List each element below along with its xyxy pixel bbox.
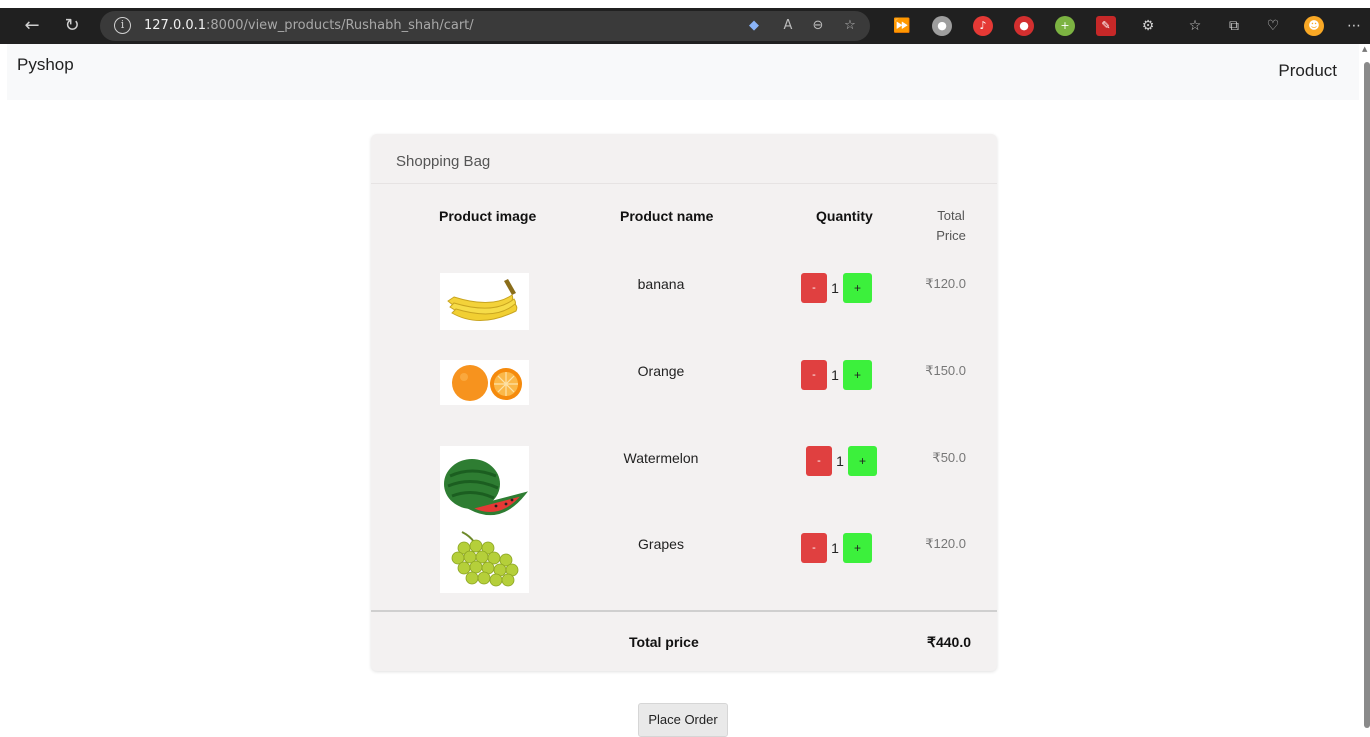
zoom-out-icon[interactable]: ⊖ [808, 16, 828, 36]
quantity-value: 1 [831, 367, 839, 383]
back-arrow-icon[interactable]: ← [20, 14, 44, 38]
item-price: ₹50.0 [932, 450, 966, 465]
header-product-name: Product name [620, 208, 714, 224]
increase-button[interactable]: + [843, 273, 872, 303]
site-navbar: Pyshop Product [7, 44, 1359, 100]
tool-extension-icon[interactable]: ✎ [1096, 16, 1116, 36]
site-info-icon[interactable]: i [114, 17, 131, 34]
item-price: ₹150.0 [925, 363, 966, 378]
address-bar[interactable]: i 127.0.0.1:8000/view_products/Rushabh_s… [100, 11, 870, 41]
quantity-stepper: - 1 + [801, 533, 872, 563]
card-header: Shopping Bag [371, 134, 997, 184]
performance-icon[interactable]: ♡ [1263, 16, 1283, 36]
tag-icon[interactable]: ◆ [744, 16, 764, 36]
shopping-bag-card: Shopping Bag Product image Product name … [371, 134, 997, 671]
place-order-button[interactable]: Place Order [638, 703, 728, 737]
camera-extension-icon[interactable]: ● [932, 16, 952, 36]
scroll-up-icon[interactable]: ▲ [1362, 45, 1367, 53]
url-text[interactable]: 127.0.0.1:8000/view_products/Rushabh_sha… [144, 18, 474, 33]
increase-button[interactable]: + [843, 533, 872, 563]
decrease-button[interactable]: - [801, 273, 827, 303]
favorite-add-icon[interactable]: ☆ [840, 16, 860, 36]
increase-button[interactable]: + [843, 360, 872, 390]
refresh-icon[interactable]: ↻ [60, 14, 84, 38]
quantity-value: 1 [831, 280, 839, 296]
orange-image [440, 360, 529, 405]
scrollbar-thumb[interactable] [1364, 62, 1370, 728]
header-quantity: Quantity [816, 208, 873, 224]
watermelon-image [440, 446, 529, 526]
banana-image [440, 273, 529, 330]
quantity-stepper: - 1 + [806, 446, 877, 476]
favorites-icon[interactable]: ☆ [1185, 16, 1205, 36]
increase-button[interactable]: + [848, 446, 877, 476]
decrease-button[interactable]: - [806, 446, 832, 476]
quantity-stepper: - 1 + [801, 360, 872, 390]
item-name: Watermelon [623, 450, 699, 466]
quantity-stepper: - 1 + [801, 273, 872, 303]
header-total-price: Total Price [936, 208, 966, 243]
decrease-button[interactable]: - [801, 533, 827, 563]
brand-logo[interactable]: Pyshop [17, 55, 74, 75]
item-price: ₹120.0 [925, 536, 966, 551]
header-product-image: Product image [439, 208, 537, 224]
item-name: Orange [637, 363, 685, 379]
quantity-value: 1 [831, 540, 839, 556]
browser-toolbar: ← ↻ i 127.0.0.1:8000/view_products/Rusha… [0, 0, 1370, 44]
total-price-label: Total price [629, 634, 699, 650]
read-aloud-icon[interactable]: A [778, 16, 798, 36]
total-price-value: ₹440.0 [927, 634, 971, 650]
grapes-image [440, 526, 529, 593]
shield-extension-icon[interactable]: ● [1014, 16, 1034, 36]
nav-link-product[interactable]: Product [1278, 61, 1337, 81]
profile-avatar[interactable]: ☻ [1304, 16, 1324, 36]
decrease-button[interactable]: - [801, 360, 827, 390]
quantity-value: 1 [836, 453, 844, 469]
plus-extension-icon[interactable]: + [1055, 16, 1075, 36]
more-menu-icon[interactable]: ⋯ [1344, 16, 1364, 36]
item-name: Grapes [638, 536, 684, 552]
item-name: banana [637, 276, 685, 292]
music-extension-icon[interactable]: ♪ [973, 16, 993, 36]
total-divider [371, 610, 997, 612]
item-price: ₹120.0 [925, 276, 966, 291]
extensions-icon[interactable]: ⚙ [1138, 16, 1158, 36]
collections-icon[interactable]: ⧉ [1224, 16, 1244, 36]
card-title: Shopping Bag [396, 153, 491, 170]
media-forward-icon[interactable]: ⏩ [892, 16, 912, 36]
